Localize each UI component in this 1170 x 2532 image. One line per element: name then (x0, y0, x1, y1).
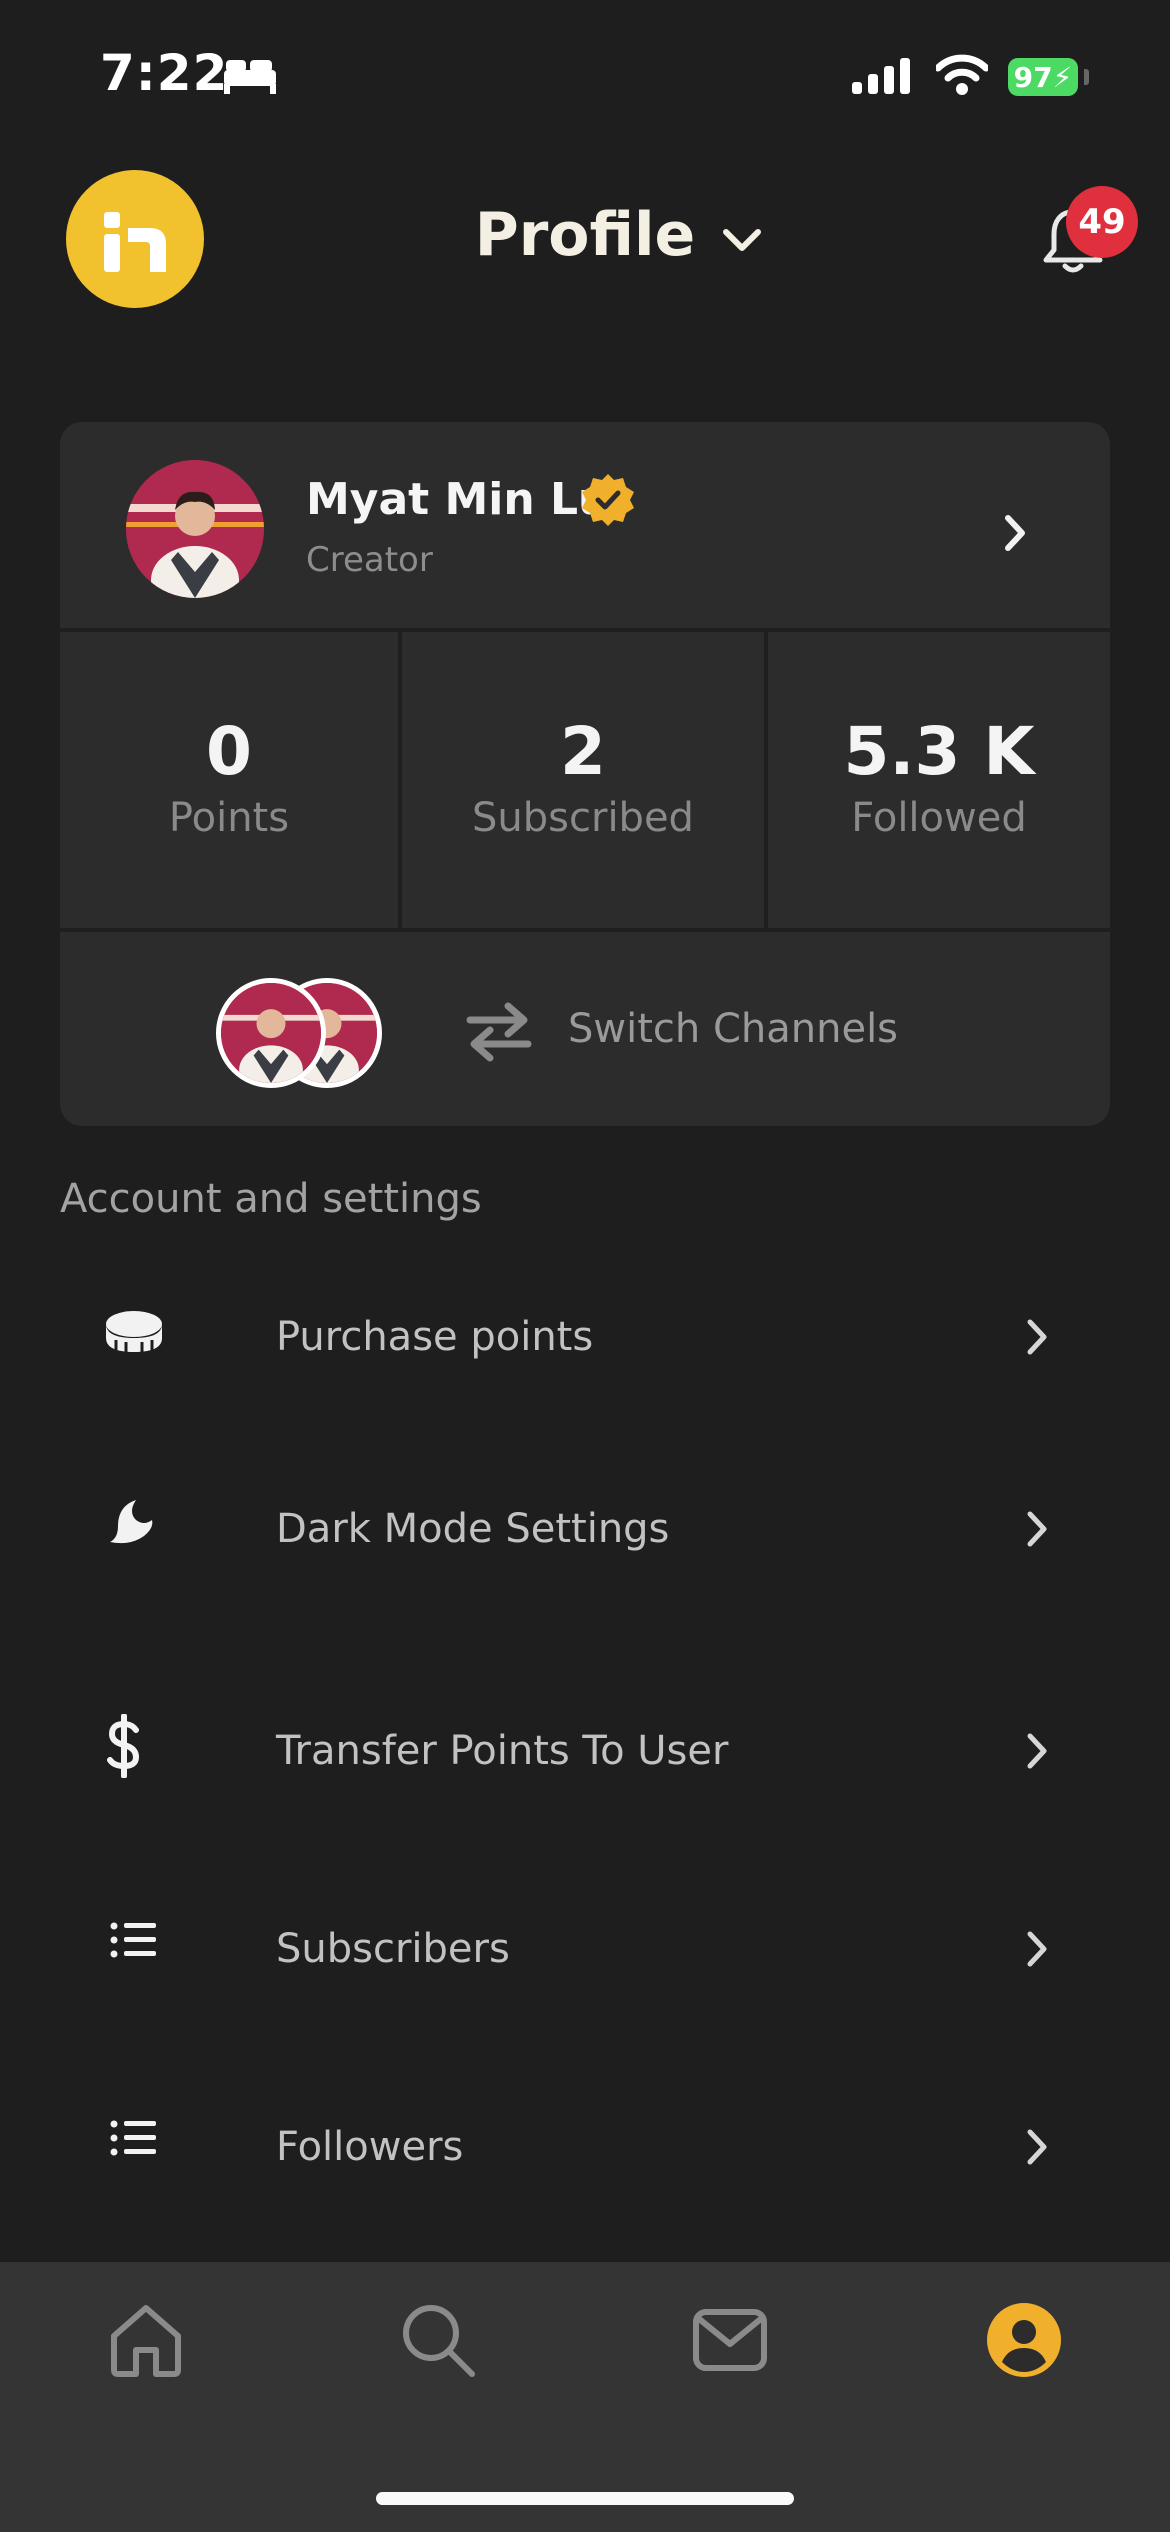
stat-value: 5.3 K (843, 713, 1035, 790)
status-time: 7:22 (100, 44, 229, 102)
profile-chevron-icon[interactable] (1000, 510, 1030, 556)
search-icon[interactable] (398, 2300, 478, 2380)
user-role: Creator (306, 540, 433, 580)
menu-label: Followers (276, 2124, 464, 2170)
stat-value: 0 (206, 713, 252, 790)
dollar-icon (107, 1714, 140, 1778)
menu-label: Purchase points (276, 1314, 594, 1360)
page-title-text: Profile (474, 200, 696, 270)
chevron-right-icon (1027, 1511, 1047, 1547)
menu-item-purchase-points[interactable]: Purchase points (0, 1278, 1170, 1398)
stat-label: Followed (851, 794, 1027, 841)
stat-points[interactable]: 0 Points (60, 713, 398, 841)
profile-icon[interactable] (984, 2300, 1064, 2380)
user-name[interactable]: Myat Min Lu (306, 474, 609, 525)
chevron-right-icon (1027, 1319, 1047, 1355)
moon-icon (110, 1500, 153, 1544)
swap-icon (466, 1002, 532, 1062)
list-icon (110, 1922, 156, 1958)
avatar[interactable] (126, 460, 264, 598)
stat-label: Points (168, 794, 290, 841)
channel-avatar (216, 978, 326, 1088)
wifi-icon (936, 54, 988, 95)
home-icon[interactable] (106, 2300, 186, 2380)
menu-item-transfer-points[interactable]: Transfer Points To User (0, 1692, 1170, 1812)
battery-nub (1084, 69, 1089, 85)
menu-item-subscribers[interactable]: Subscribers (0, 1890, 1170, 2010)
menu-label: Dark Mode Settings (276, 1506, 670, 1552)
chevron-right-icon (1027, 2129, 1047, 2165)
stat-followed[interactable]: 5.3 K Followed (768, 713, 1110, 841)
stat-value: 2 (560, 713, 606, 790)
battery-level: 97 (1013, 60, 1053, 94)
home-indicator (376, 2492, 794, 2505)
notification-badge[interactable]: 49 (1066, 186, 1138, 258)
card-divider (60, 628, 1110, 632)
battery-indicator: 97 ⚡ (1008, 58, 1078, 96)
coin-icon (106, 1311, 162, 1352)
list-icon (110, 2120, 156, 2156)
profile-card: Myat Min Lu Creator 0 Points 2 Subscribe… (60, 422, 1110, 1126)
menu-label: Subscribers (276, 1926, 510, 1972)
mail-icon[interactable] (690, 2300, 770, 2380)
stat-label: Subscribed (472, 794, 694, 841)
page-title[interactable]: Profile (0, 200, 1170, 270)
bed-icon (224, 60, 276, 94)
chevron-right-icon (1027, 1931, 1047, 1967)
stat-subscribed[interactable]: 2 Subscribed (402, 713, 764, 841)
switch-channels-label: Switch Channels (568, 1006, 899, 1052)
verified-badge-icon (582, 474, 634, 526)
chevron-right-icon (1027, 1733, 1047, 1769)
chevron-down-icon[interactable] (720, 226, 764, 256)
menu-label: Transfer Points To User (276, 1728, 729, 1774)
menu-item-followers[interactable]: Followers (0, 2088, 1170, 2208)
menu-item-dark-mode[interactable]: Dark Mode Settings (0, 1470, 1170, 1590)
signal-icon (852, 58, 910, 94)
section-title: Account and settings (60, 1176, 482, 1222)
